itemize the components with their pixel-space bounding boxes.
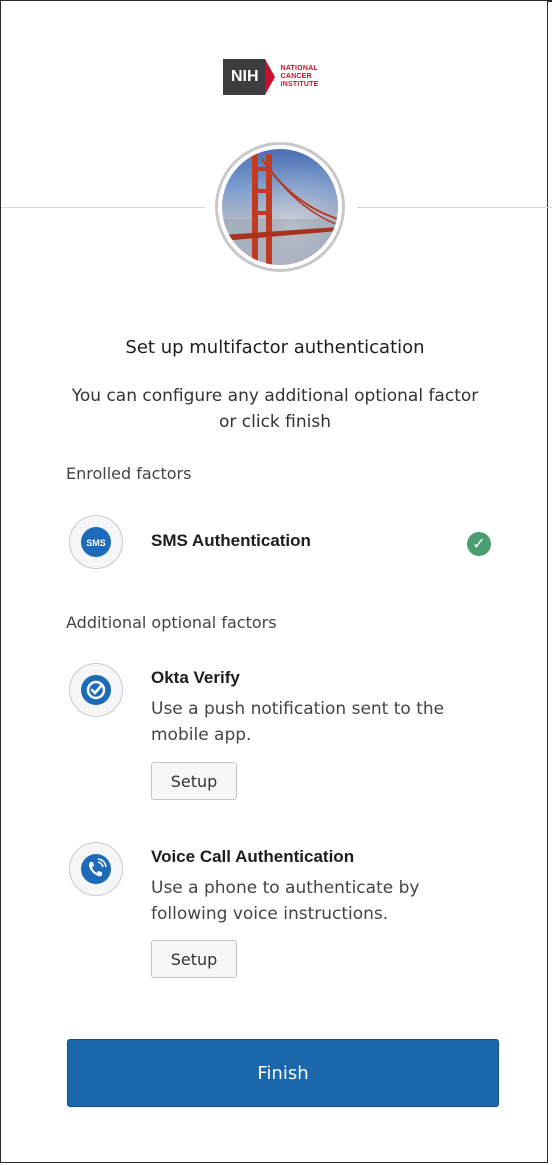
nih-logo-mark: NIH — [223, 59, 265, 95]
enrolled-factors-label: Enrolled factors — [66, 464, 192, 483]
optional-factors-label: Additional optional factors — [66, 613, 277, 632]
mfa-card: NIH NATIONAL CANCER INSTITUTE Set up mul… — [0, 0, 552, 1163]
golden-gate-bridge-icon — [222, 149, 338, 265]
factor-desc-okta-verify: Use a push notification sent to the mobi… — [151, 699, 445, 745]
factor-title-voice-call: Voice Call Authentication — [151, 847, 355, 866]
factor-desc-voice-call: Use a phone to authenticate by following… — [151, 878, 420, 924]
page-subtitle: You can configure any additional optiona… — [71, 386, 479, 432]
divider-right — [357, 207, 552, 208]
voice-call-setup-button[interactable]: Setup — [151, 940, 237, 978]
phone-icon — [69, 842, 123, 896]
factor-title-sms: SMS Authentication — [151, 531, 311, 550]
svg-text:SMS: SMS — [86, 538, 106, 548]
nih-logo: NIH NATIONAL CANCER INSTITUTE — [223, 57, 343, 97]
page-title: Set up multifactor authentication — [125, 337, 425, 358]
okta-verify-icon — [69, 663, 123, 717]
bridge-image — [222, 149, 338, 265]
check-icon: ✓ — [467, 532, 491, 556]
nih-logo-text: NATIONAL CANCER INSTITUTE — [280, 65, 319, 88]
okta-verify-setup-button[interactable]: Setup — [151, 762, 237, 800]
factor-title-okta-verify: Okta Verify — [151, 668, 240, 687]
avatar — [215, 142, 345, 272]
sms-icon: SMS — [69, 515, 123, 569]
divider-left — [1, 207, 205, 208]
finish-button[interactable]: Finish — [67, 1039, 499, 1107]
nih-logo-chevron — [264, 59, 275, 95]
